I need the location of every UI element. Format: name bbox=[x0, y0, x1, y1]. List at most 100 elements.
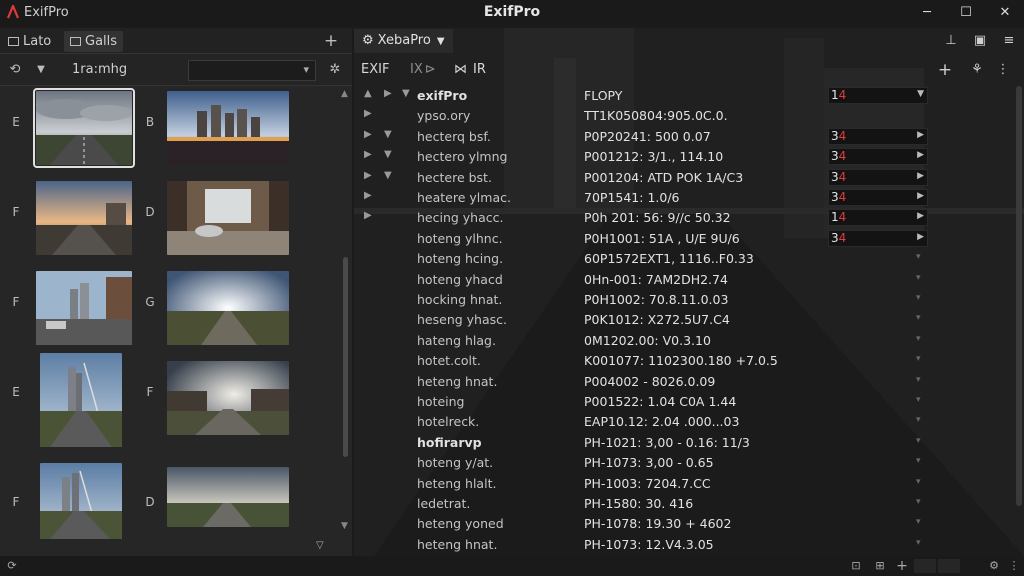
chevron-down-icon[interactable]: ▾ bbox=[916, 415, 921, 425]
thumbnail-town-road[interactable] bbox=[167, 361, 289, 435]
chevron-down-icon[interactable]: ▾ bbox=[916, 375, 921, 385]
exif-row[interactable]: ▶ ▼ hectero ylmng P001212: 3/1., 114.10 34 ▶ bbox=[354, 147, 1024, 167]
expand-triangle-icon[interactable]: ▶ bbox=[364, 150, 374, 160]
chevron-right-icon[interactable]: ▶ bbox=[917, 171, 924, 181]
chevron-down-icon[interactable]: ▾ bbox=[916, 477, 921, 487]
exif-value-box[interactable]: 34 ▶ bbox=[828, 148, 928, 166]
thumbnail-field-clouds[interactable] bbox=[167, 271, 289, 345]
exif-row[interactable]: ▲ ▶ ▼ exifPro FLOPY 14 ▼ bbox=[354, 86, 1024, 106]
frame-icon[interactable]: ⊡ bbox=[848, 558, 864, 574]
exif-row[interactable]: hateng hlag. 0M1202.00: V0.3.10 ▾ bbox=[354, 331, 1024, 351]
zoom-box[interactable] bbox=[914, 559, 936, 573]
expand-triangle-icon[interactable]: ▶ bbox=[384, 89, 394, 99]
scrollbar-thumb[interactable] bbox=[343, 257, 348, 457]
chevron-right-icon[interactable]: ▶ bbox=[917, 130, 924, 140]
expand-triangle-icon[interactable]: ▼ bbox=[402, 89, 412, 99]
exif-row[interactable]: hoteng yhacd 0Hn-001: 7AM2DH2.74 ▾ bbox=[354, 270, 1024, 290]
scroll-up-icon[interactable]: ▲ bbox=[341, 89, 348, 99]
tab-lato[interactable]: Lato bbox=[2, 31, 57, 52]
exif-row[interactable]: ▶ heatere ylmac. 70P1541: 1.0/6 34 ▶ bbox=[354, 188, 1024, 208]
exif-row[interactable]: hoteng hcing. 60P1572EXT1, 1116..F0.33 ▾ bbox=[354, 249, 1024, 269]
chevron-down-icon[interactable]: ▾ bbox=[916, 436, 921, 446]
chevron-down-icon[interactable]: ▾ bbox=[916, 273, 921, 283]
settings-icon[interactable]: ⚙ bbox=[986, 558, 1002, 574]
chevron-right-icon[interactable]: ▶ bbox=[917, 150, 924, 160]
exif-row[interactable]: heseng yhasc. P0K1012: X272.5U7.C4 ▾ bbox=[354, 310, 1024, 330]
exif-row[interactable]: ▶ ▼ hectere bst. P001204: ATD POK 1A/C3 34 ▶ bbox=[354, 168, 1024, 188]
chevron-down-icon[interactable]: ▾ bbox=[916, 456, 921, 466]
stamp-icon[interactable]: ⊥ bbox=[942, 32, 960, 50]
expand-triangle-icon[interactable]: ▶ bbox=[364, 191, 374, 201]
exif-row[interactable]: hoteng y/at. PH-1073: 3,00 - 0.65 ▾ bbox=[354, 453, 1024, 473]
thumbnail-city-street[interactable] bbox=[36, 271, 132, 345]
sync-icon[interactable]: ⟲ bbox=[6, 61, 24, 79]
chevron-down-icon[interactable]: ▼ bbox=[32, 61, 50, 79]
thumbnail-sunset-road[interactable] bbox=[36, 181, 132, 255]
tab-galls[interactable]: Galls bbox=[64, 31, 124, 52]
expand-triangle-icon[interactable]: ▶ bbox=[364, 170, 374, 181]
exif-row[interactable]: ledetrat. PH-1580: 30. 416 ▾ bbox=[354, 494, 1024, 514]
grid-view-icon[interactable]: ⊞ bbox=[872, 558, 888, 574]
exif-row[interactable]: ▶ ▼ hecterq bsf. P0P20241: 500 0.07 34 ▶ bbox=[354, 127, 1024, 147]
chevron-down-icon[interactable]: ▾ bbox=[916, 517, 921, 527]
chevron-down-icon[interactable]: ▾ bbox=[916, 252, 921, 262]
tab-xebapro[interactable]: ⚙ XebaPro ▼ bbox=[354, 29, 453, 53]
exif-row[interactable]: heteng hnat. P004002 - 8026.0.09 ▾ bbox=[354, 372, 1024, 392]
exif-row[interactable]: hotelreck. EAP10.12: 2.04 .000...03 ▾ bbox=[354, 412, 1024, 432]
thumbnail-plains-road[interactable] bbox=[167, 467, 289, 527]
exif-row[interactable]: hoteng ylhnc. P0H1001: 51A , U/E 9U/6 34 ▶ bbox=[354, 229, 1024, 249]
exif-row[interactable]: hotet.colt. K001077: 1102300.180 +7.0.5 ▾ bbox=[354, 351, 1024, 371]
user-icon[interactable]: ⚘ bbox=[968, 61, 986, 79]
chevron-down-icon[interactable]: ▼ bbox=[917, 89, 924, 99]
chevron-down-icon[interactable]: ▾ bbox=[916, 293, 921, 303]
more-icon[interactable]: ⋮ bbox=[994, 61, 1012, 79]
exif-value-box[interactable]: 34 ▶ bbox=[828, 168, 928, 186]
thumbnail-interior-car[interactable] bbox=[167, 181, 289, 255]
expand-triangle-icon[interactable]: ▼ bbox=[384, 129, 394, 140]
exif-row[interactable]: heteng yoned PH-1078: 19.30 + 4602 ▾ bbox=[354, 514, 1024, 534]
exif-label[interactable]: EXIF bbox=[361, 62, 389, 77]
chevron-right-icon[interactable]: ▶ bbox=[917, 191, 924, 201]
zoom-in-icon[interactable]: + bbox=[894, 558, 910, 574]
minimize-button[interactable]: ─ bbox=[910, 1, 944, 25]
chevron-down-icon[interactable]: ▾ bbox=[916, 538, 921, 548]
filter-funnel-icon[interactable]: ▽ bbox=[316, 540, 324, 551]
chevron-right-icon[interactable]: ▶ bbox=[917, 211, 924, 221]
exif-row[interactable]: heteng hlalt. PH-1003: 7204.7.CC ▾ bbox=[354, 474, 1024, 494]
exif-value-box[interactable]: 34 ▶ bbox=[828, 229, 928, 247]
exif-row[interactable]: heteng hnat. PH-1073: 12.V4.3.05 ▾ bbox=[354, 535, 1024, 555]
settings-icon[interactable]: ✲ bbox=[326, 61, 344, 79]
exif-scrollbar[interactable] bbox=[1016, 86, 1022, 506]
exif-row[interactable]: hocking hnat. P0H1002: 70.8.11.0.03 ▾ bbox=[354, 290, 1024, 310]
scroll-down-icon[interactable]: ▼ bbox=[341, 521, 348, 531]
ir-label[interactable]: ⋈ IR bbox=[454, 62, 486, 77]
close-button[interactable]: ✕ bbox=[988, 1, 1022, 25]
chevron-down-icon[interactable]: ▾ bbox=[916, 354, 921, 364]
thumbnail-road-clouds[interactable] bbox=[33, 88, 135, 168]
expand-triangle-icon[interactable]: ▶ bbox=[364, 211, 374, 221]
chevron-down-icon[interactable]: ▾ bbox=[916, 313, 921, 323]
add-tab-icon[interactable]: + bbox=[322, 32, 340, 50]
add-icon[interactable]: + bbox=[936, 61, 954, 79]
filter-select[interactable]: ▾ bbox=[188, 60, 316, 81]
expand-triangle-icon[interactable]: ▶ bbox=[364, 129, 374, 140]
exif-value-box[interactable]: 34 ▶ bbox=[828, 189, 928, 206]
chevron-down-icon[interactable]: ▾ bbox=[916, 395, 921, 405]
exif-value-box[interactable]: 14 ▼ bbox=[828, 87, 928, 104]
exif-row[interactable]: hoteing P001522: 1.04 C0A 1.44 ▾ bbox=[354, 392, 1024, 412]
chevron-right-icon[interactable]: ▶ bbox=[917, 232, 924, 242]
exif-value-box[interactable]: 34 ▶ bbox=[828, 127, 928, 145]
thumbnail-city-skyline[interactable] bbox=[167, 91, 289, 165]
exif-row[interactable]: hofirarvp PH-1021: 3,00 - 0.16: 11/3 ▾ bbox=[354, 433, 1024, 453]
expand-triangle-icon[interactable]: ▼ bbox=[384, 150, 394, 160]
exif-row[interactable]: ▶ ypso.ory TT1K050804:905.0C.0. bbox=[354, 106, 1024, 126]
more-icon[interactable]: ⋮ bbox=[1006, 558, 1022, 574]
chevron-down-icon[interactable]: ▾ bbox=[916, 334, 921, 344]
thumbnail-bridge-road[interactable] bbox=[40, 353, 122, 447]
expand-triangle-icon[interactable]: ▶ bbox=[364, 109, 374, 119]
maximize-button[interactable]: ☐ bbox=[949, 1, 983, 25]
exif-row[interactable]: ▶ hecing yhacc. P0h 201: 56: 9//c 50.32 14 ▶ bbox=[354, 208, 1024, 228]
menu-icon[interactable]: ≡ bbox=[1000, 32, 1018, 50]
chevron-down-icon[interactable]: ▾ bbox=[916, 497, 921, 507]
thumbnail-bridge-road-2[interactable] bbox=[40, 463, 122, 539]
